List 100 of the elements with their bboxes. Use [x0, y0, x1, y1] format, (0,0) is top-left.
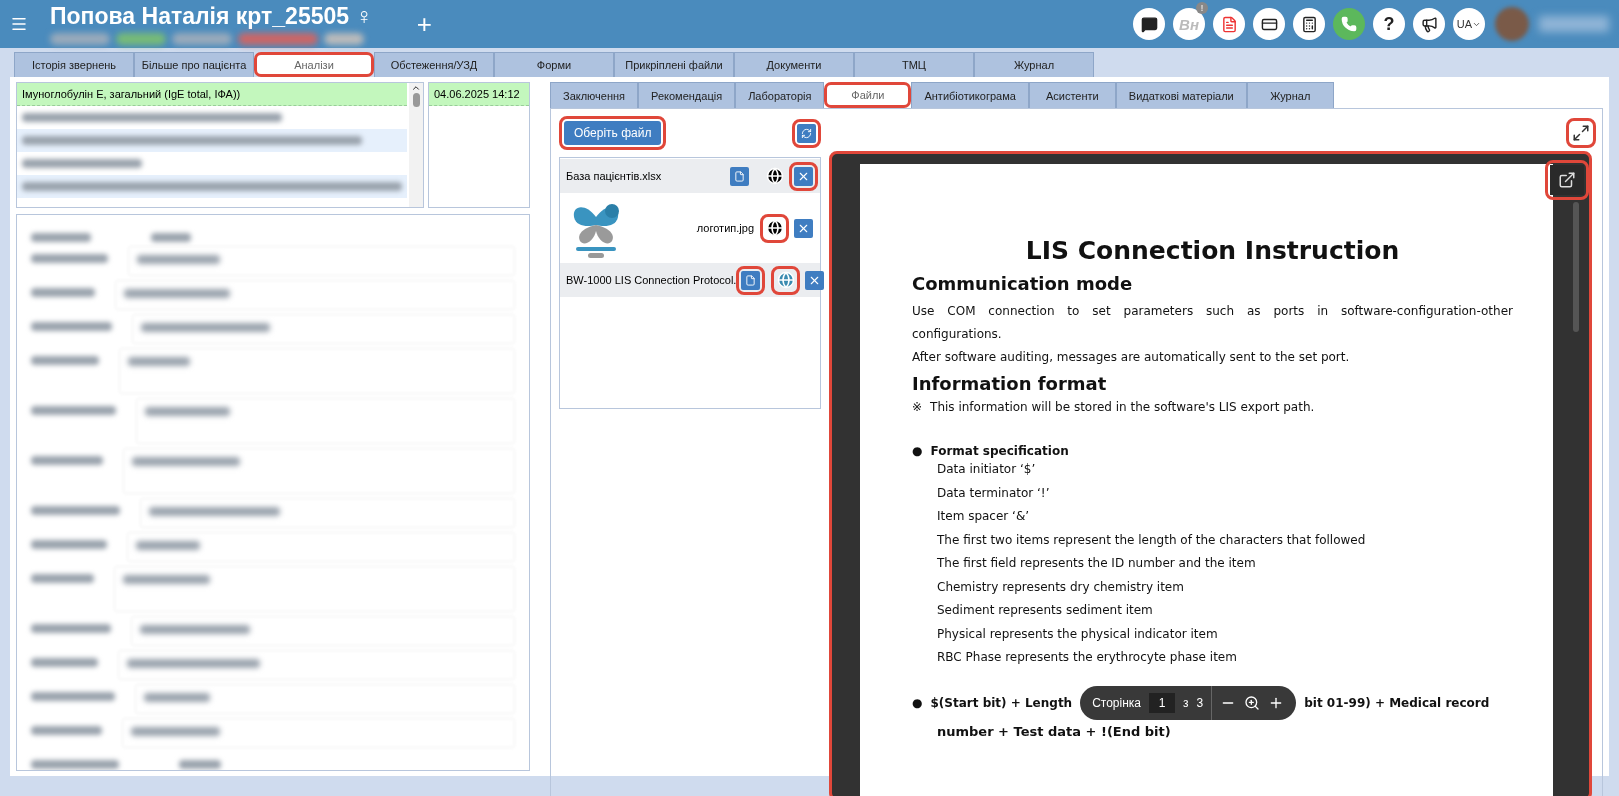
text-line: Item spacer ‘&’ [937, 508, 1031, 525]
tab[interactable]: Видаткові матеріали [1115, 82, 1247, 108]
file-name: BW-1000 LIS Connection Protocol. [566, 274, 737, 286]
delete-button[interactable] [805, 270, 825, 290]
tab[interactable]: Форми [494, 52, 614, 77]
tab[interactable]: Журнал [974, 52, 1094, 77]
refresh-icon [801, 127, 812, 139]
expand-icon [1572, 124, 1590, 142]
blurred-text [172, 33, 232, 45]
blurred-text [324, 33, 364, 45]
date-cell: 04.06.2025 14:12 [429, 83, 529, 106]
note-mark: ※ [912, 400, 923, 414]
page-count: 3 [1196, 695, 1204, 710]
blurred-text [31, 658, 98, 667]
bullet-title: $(Start bit) + Length [930, 695, 1073, 710]
bullet-mark: ● [912, 695, 923, 710]
blurred-text [31, 288, 95, 297]
text-line: Data terminator ‘!’ [937, 484, 1051, 502]
scroll-thumb[interactable] [412, 93, 420, 107]
tab[interactable]: Заключення [550, 82, 639, 108]
section-heading: Information format [912, 373, 1108, 394]
section-heading: Communication mode [912, 273, 1134, 294]
blurred-text [1539, 16, 1609, 32]
phone-icon [1341, 16, 1357, 32]
document-icon [745, 274, 757, 286]
language-button[interactable]: UA [1453, 8, 1485, 40]
chat-button[interactable] [1133, 8, 1165, 40]
tab[interactable]: Аналізи [254, 52, 374, 77]
blurred-text [179, 760, 221, 769]
of-label: з [1183, 695, 1189, 710]
text-line: number + Test data + !(End bit) [937, 722, 1172, 741]
text-line: Chemistry represents dry chemistry item [937, 578, 1185, 596]
file-name: логотип.jpg [696, 222, 754, 234]
tab[interactable]: Рекомендація [638, 82, 736, 108]
globe-button[interactable] [765, 218, 784, 238]
text-line: The first field represents the ID number and the item [937, 555, 1257, 572]
file-row[interactable]: База пацієнтів.xlsx [560, 159, 820, 193]
bullet-mark: ● [912, 444, 923, 458]
text-line: Data initiator ‘$’ [937, 461, 1037, 478]
patient-name: Попова Наталія крт_25505 ♀ [50, 3, 373, 30]
blurred-text [50, 33, 110, 45]
tab[interactable]: Лабораторія [735, 82, 825, 108]
globe-icon [765, 167, 784, 185]
blurred-text [31, 356, 99, 365]
tab[interactable]: Документи [734, 52, 854, 77]
scroll-up-icon[interactable] [411, 83, 421, 93]
pdf-button[interactable] [1213, 8, 1245, 40]
pdf-icon [1220, 15, 1238, 33]
globe-button[interactable] [765, 166, 784, 186]
avatar [1495, 7, 1529, 41]
zoom-in-icon[interactable] [1244, 694, 1261, 711]
file-name: База пацієнтів.xlsx [566, 170, 663, 182]
help-button[interactable]: ? [1373, 8, 1405, 40]
globe-icon [765, 219, 784, 237]
calculator-icon [1300, 15, 1318, 33]
tab[interactable]: ТМЦ [854, 52, 974, 77]
page-label: Сторінка [1092, 695, 1142, 710]
text-line: Physical represents the physical indicator item [937, 625, 1219, 643]
document-title: LIS Connection Instruction [1024, 236, 1401, 265]
text-line: RBC Phase represents the erythrocyte phase item [937, 649, 1238, 666]
external-link-icon [1558, 171, 1576, 189]
paragraph: After software auditing, messages are automatically sent to the set port. [912, 349, 1351, 366]
blurred-text [31, 574, 94, 583]
tab[interactable]: Обстеження/УЗД [374, 52, 494, 77]
globe-icon [776, 271, 795, 289]
paragraph: Use COM connection to set parameters such as ports in software-configuration-other configurations. [912, 303, 1513, 343]
chat-icon [1140, 15, 1158, 33]
calculator-button[interactable] [1293, 8, 1325, 40]
tab[interactable]: Більше про пацієнта [134, 52, 254, 77]
phone-button[interactable] [1333, 8, 1365, 40]
tab[interactable]: Файли [824, 82, 912, 108]
bullet-title: bit 01-99) + Medical record [1304, 695, 1490, 710]
blurred-text [31, 726, 102, 735]
blurred-text [116, 33, 166, 45]
tab[interactable]: Історія звернень [14, 52, 134, 77]
text-line: The first two items represent the length of the characters that followed [937, 531, 1367, 549]
blurred-text [31, 456, 103, 465]
notification-badge: ! [1196, 2, 1208, 14]
card-button[interactable] [1253, 8, 1285, 40]
tab[interactable]: Прикріплені файли [614, 52, 734, 77]
page-field[interactable]: 1 [1149, 692, 1176, 713]
megaphone-icon [1420, 15, 1438, 33]
refresh-button[interactable] [797, 123, 816, 143]
text-line: Sediment represents sediment item [937, 602, 1154, 619]
tab[interactable]: Асистенти [1028, 82, 1116, 108]
megaphone-button[interactable] [1413, 8, 1445, 40]
bullet-title: Format specification [930, 444, 1069, 458]
document-button[interactable] [730, 166, 749, 186]
document-icon [734, 170, 745, 182]
tab[interactable]: Антибіотикограма [911, 82, 1029, 108]
choose-file-button[interactable]: Оберіть файл [564, 121, 662, 145]
menu-icon[interactable] [10, 15, 28, 33]
delete-button[interactable] [794, 166, 813, 186]
tab[interactable]: Журнал [1246, 82, 1334, 108]
blurred-text [151, 233, 191, 242]
note-text: This information will be stored in the software's LIS export path. [930, 400, 1315, 414]
add-button[interactable]: + [412, 8, 436, 40]
blurred-text [31, 233, 91, 242]
analysis-row[interactable]: Імуноглобулін Е, загальний (IgE total, ІФА)) [17, 83, 407, 106]
delete-button[interactable] [794, 218, 813, 238]
